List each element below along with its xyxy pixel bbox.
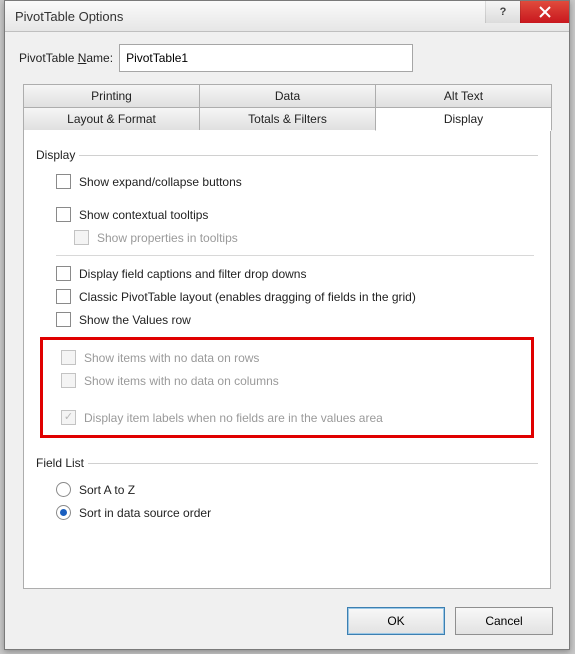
tab-totals-filters[interactable]: Totals & Filters bbox=[199, 107, 376, 131]
checkbox-icon bbox=[61, 373, 76, 388]
opt-contextual-tooltips[interactable]: Show contextual tooltips bbox=[40, 203, 534, 226]
pivottable-name-input[interactable] bbox=[119, 44, 413, 72]
checkbox-icon bbox=[56, 289, 71, 304]
window-controls: ? bbox=[485, 1, 569, 23]
tab-strip: Printing Data Alt Text Layout & Format T… bbox=[23, 84, 551, 131]
checkbox-icon bbox=[61, 350, 76, 365]
checkbox-icon bbox=[56, 174, 71, 189]
ok-button[interactable]: OK bbox=[347, 607, 445, 635]
radio-icon bbox=[56, 482, 71, 497]
cancel-button[interactable]: Cancel bbox=[455, 607, 553, 635]
tab-alt-text[interactable]: Alt Text bbox=[375, 84, 552, 107]
opt-item-labels: ✓ Display item labels when no fields are… bbox=[45, 406, 529, 429]
checkbox-icon bbox=[56, 266, 71, 281]
opt-properties-tooltips: Show properties in tooltips bbox=[40, 226, 534, 249]
name-row: PivotTable Name: bbox=[19, 44, 555, 72]
name-label: PivotTable Name: bbox=[19, 51, 113, 65]
dialog-window: PivotTable Options ? PivotTable Name: Pr… bbox=[4, 0, 570, 650]
tab-printing[interactable]: Printing bbox=[23, 84, 200, 107]
titlebar: PivotTable Options ? bbox=[5, 1, 569, 32]
group-field-list-legend: Field List bbox=[36, 456, 88, 470]
opt-values-row[interactable]: Show the Values row bbox=[40, 308, 534, 331]
group-display-legend: Display bbox=[36, 148, 79, 162]
separator bbox=[56, 255, 534, 256]
group-display: Display Show expand/collapse buttons Sho… bbox=[36, 148, 538, 448]
dialog-body: PivotTable Name: Printing Data Alt Text … bbox=[5, 32, 569, 602]
window-title: PivotTable Options bbox=[5, 9, 123, 24]
checkbox-icon: ✓ bbox=[61, 410, 76, 425]
opt-nodata-cols: Show items with no data on columns bbox=[45, 369, 529, 392]
tab-data[interactable]: Data bbox=[199, 84, 376, 107]
tab-display[interactable]: Display bbox=[375, 107, 552, 131]
tab-layout-format[interactable]: Layout & Format bbox=[23, 107, 200, 131]
opt-sort-az[interactable]: Sort A to Z bbox=[40, 478, 534, 501]
help-button[interactable]: ? bbox=[485, 1, 520, 23]
checkbox-icon bbox=[74, 230, 89, 245]
close-button[interactable] bbox=[520, 1, 569, 23]
checkbox-icon bbox=[56, 312, 71, 327]
opt-classic-layout[interactable]: Classic PivotTable layout (enables dragg… bbox=[40, 285, 534, 308]
checkbox-icon bbox=[56, 207, 71, 222]
opt-sort-source[interactable]: Sort in data source order bbox=[40, 501, 534, 524]
highlight-box: Show items with no data on rows Show ite… bbox=[40, 337, 534, 438]
opt-field-captions[interactable]: Display field captions and filter drop d… bbox=[40, 262, 534, 285]
close-icon bbox=[539, 6, 551, 18]
dialog-footer: OK Cancel bbox=[347, 607, 553, 635]
opt-expand-collapse[interactable]: Show expand/collapse buttons bbox=[40, 170, 534, 193]
tab-content-display: Display Show expand/collapse buttons Sho… bbox=[23, 130, 551, 589]
group-field-list: Field List Sort A to Z Sort in data sour… bbox=[36, 456, 538, 528]
opt-nodata-rows: Show items with no data on rows bbox=[45, 346, 529, 369]
radio-icon bbox=[56, 505, 71, 520]
